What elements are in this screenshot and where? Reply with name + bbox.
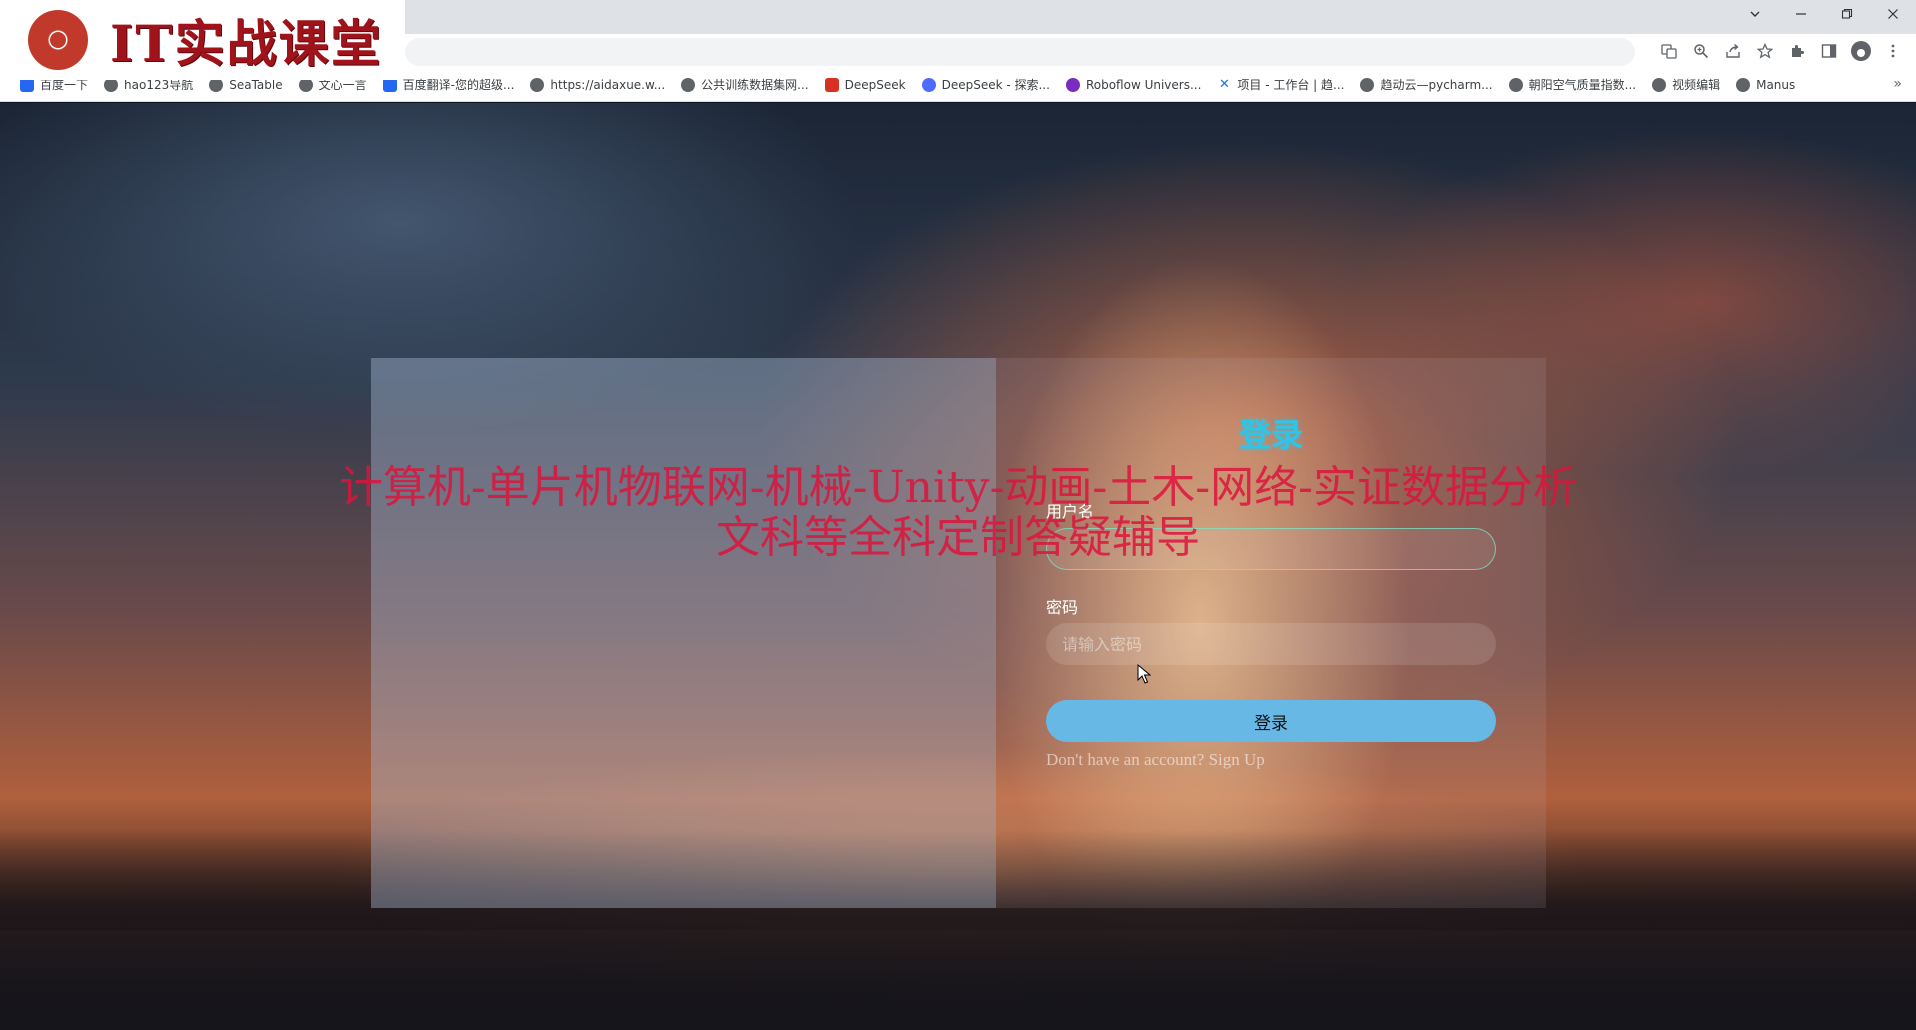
profile-button[interactable] bbox=[1850, 40, 1872, 62]
bookmark-label: 朝阳空气质量指数... bbox=[1528, 78, 1637, 92]
bookmark-item[interactable]: Manus bbox=[1728, 72, 1803, 98]
password-input[interactable] bbox=[1046, 623, 1496, 665]
puzzle-icon bbox=[1792, 45, 1804, 57]
bookmark-item[interactable]: 朝阳空气质量指数... bbox=[1501, 72, 1644, 98]
share-button[interactable] bbox=[1722, 40, 1744, 62]
bookmark-label: 百度翻译-您的超级... bbox=[402, 78, 515, 92]
bookmark-item[interactable]: Roboflow Univers... bbox=[1058, 72, 1209, 98]
logo-text: IT实战课堂 bbox=[110, 14, 383, 73]
bookmark-label: https://aidaxue.w... bbox=[550, 77, 666, 92]
side-panel-icon bbox=[1821, 44, 1837, 58]
deepseek-icon bbox=[824, 77, 839, 92]
bookmark-item[interactable]: 公共训练数据集网... bbox=[673, 72, 816, 98]
bookmark-label: DeepSeek - 探索... bbox=[941, 78, 1050, 92]
logo-watermark: IT实战课堂 bbox=[0, 0, 405, 80]
chevron-down-icon bbox=[1750, 11, 1760, 17]
password-label: 密码 bbox=[1046, 598, 1079, 617]
bookmark-label: 视频编辑 bbox=[1672, 78, 1721, 92]
bookmarks-overflow-button[interactable]: » bbox=[1893, 76, 1902, 92]
chrome-logo-icon bbox=[28, 10, 88, 70]
star-icon bbox=[1757, 43, 1773, 59]
bookmark-label: Roboflow Univers... bbox=[1085, 77, 1202, 92]
bookmark-label: DeepSeek bbox=[844, 77, 906, 92]
close-button[interactable] bbox=[1870, 0, 1916, 28]
x-icon: ✕ bbox=[1218, 76, 1230, 92]
translate-button[interactable] bbox=[1658, 40, 1680, 62]
bookmark-label: 公共训练数据集网... bbox=[701, 78, 809, 92]
signup-link[interactable]: Don't have an account? Sign Up bbox=[1046, 750, 1265, 770]
extensions-button[interactable] bbox=[1786, 40, 1808, 62]
share-icon bbox=[1726, 43, 1740, 58]
bookmark-label: 项目 - 工作台 | 趋... bbox=[1237, 78, 1345, 92]
tab-search-button[interactable] bbox=[1732, 0, 1778, 28]
bookmark-item[interactable]: 视频编辑 bbox=[1644, 72, 1728, 98]
zoom-button[interactable] bbox=[1690, 40, 1712, 62]
minimize-icon bbox=[1796, 13, 1806, 15]
manus-icon bbox=[1736, 77, 1751, 92]
side-panel-button[interactable] bbox=[1818, 40, 1840, 62]
deepseek-icon bbox=[921, 77, 936, 92]
globe-icon bbox=[530, 77, 545, 92]
bookmark-item[interactable]: 趋动云—pycharm... bbox=[1352, 72, 1500, 98]
profile-avatar-icon bbox=[1851, 41, 1871, 61]
zoom-icon bbox=[1694, 44, 1709, 59]
globe-icon bbox=[1652, 77, 1667, 92]
globe-icon bbox=[1360, 77, 1375, 92]
login-title: 登录 bbox=[1238, 416, 1303, 454]
username-label: 用户名 bbox=[1046, 502, 1095, 521]
restore-icon bbox=[1841, 8, 1853, 19]
bookmark-label: 趋动云—pycharm... bbox=[1380, 78, 1493, 92]
restore-button[interactable] bbox=[1824, 0, 1870, 28]
username-input[interactable] bbox=[1046, 528, 1496, 570]
bookmark-star-button[interactable] bbox=[1754, 40, 1776, 62]
login-card-image-panel bbox=[371, 358, 996, 908]
translate-icon bbox=[1661, 44, 1677, 59]
login-button[interactable]: 登录 bbox=[1046, 700, 1496, 742]
globe-icon bbox=[681, 77, 696, 92]
close-icon bbox=[1888, 9, 1898, 19]
mouse-cursor-icon bbox=[1137, 664, 1151, 684]
login-form-panel: 登录 用户名 密码 登录 Don't have an account? Sign… bbox=[996, 358, 1546, 908]
roboflow-icon bbox=[1065, 77, 1080, 92]
minimize-button[interactable] bbox=[1778, 0, 1824, 28]
bookmark-label: Manus bbox=[1756, 77, 1796, 92]
browser-menu-button[interactable] bbox=[1882, 40, 1904, 62]
bookmark-item[interactable]: DeepSeek bbox=[817, 72, 914, 98]
window-controls bbox=[1732, 0, 1916, 28]
bookmark-item[interactable]: DeepSeek - 探索... bbox=[914, 72, 1058, 98]
globe-icon bbox=[1508, 77, 1523, 92]
bookmark-item[interactable]: https://aidaxue.w... bbox=[522, 72, 673, 98]
kebab-menu-icon bbox=[1891, 44, 1895, 58]
address-bar[interactable] bbox=[405, 38, 1635, 66]
bookmark-item[interactable]: ✕ 项目 - 工作台 | 趋... bbox=[1209, 72, 1352, 98]
login-page: 登录 用户名 密码 登录 Don't have an account? Sign… bbox=[0, 103, 1916, 1030]
